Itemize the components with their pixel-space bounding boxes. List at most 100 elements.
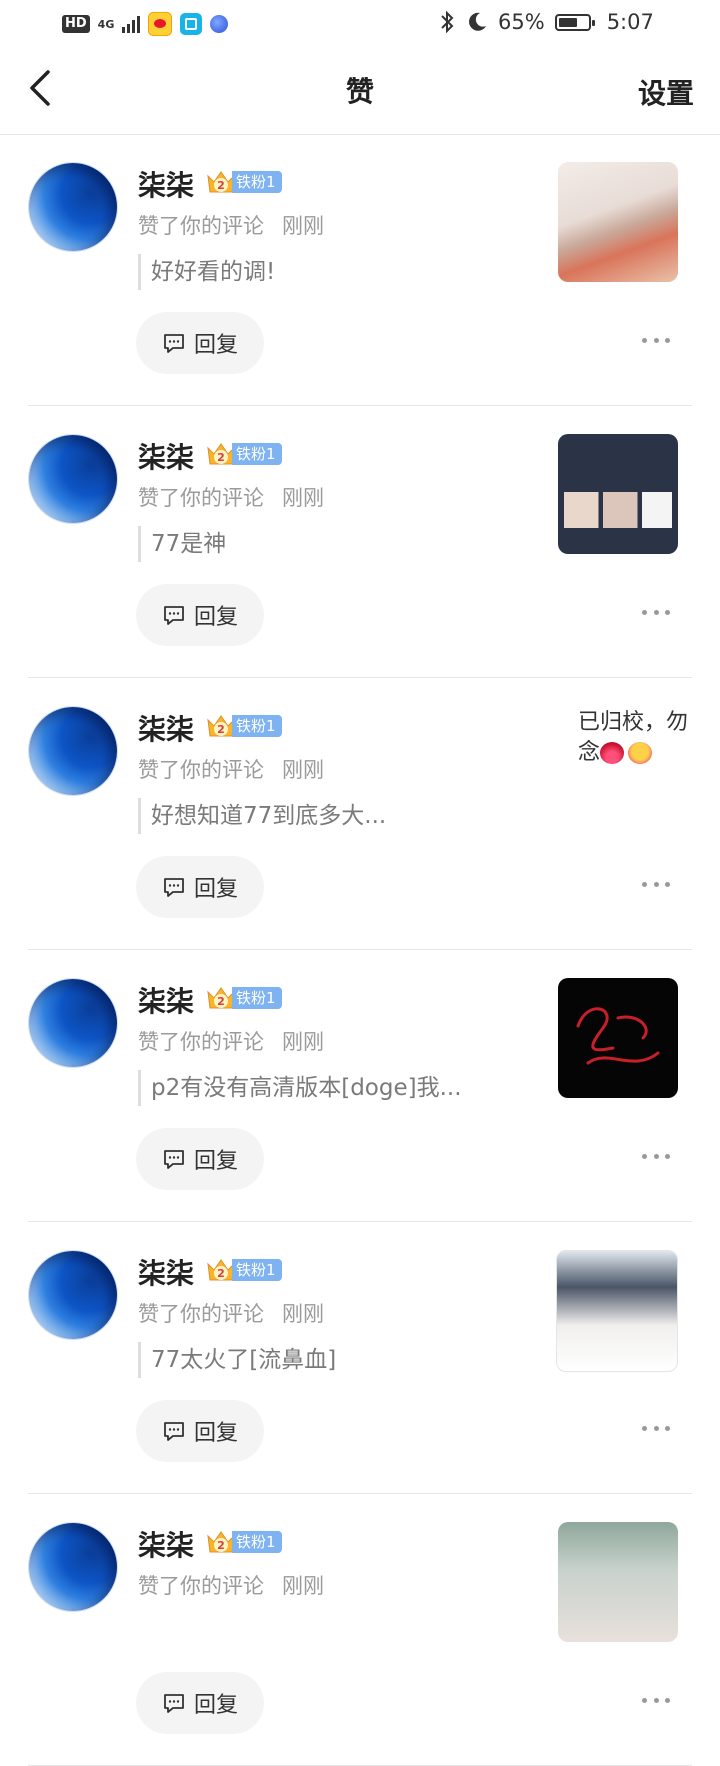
timestamp: 刚刚 bbox=[282, 486, 324, 510]
svg-text:2: 2 bbox=[217, 451, 225, 464]
tongue-emoji-icon bbox=[600, 742, 625, 764]
more-options-icon[interactable] bbox=[642, 1690, 670, 1710]
likes-list: 柒柒 2 铁粉1 赞了你的评论 刚刚 好好看的调! 回复 柒柒 2 铁粉1 赞了… bbox=[0, 134, 720, 1766]
fan-badge[interactable]: 2 铁粉1 bbox=[206, 168, 282, 196]
comment-bubble-icon bbox=[164, 606, 184, 625]
svg-text:2: 2 bbox=[217, 1539, 225, 1552]
timestamp: 刚刚 bbox=[282, 214, 324, 238]
post-thumbnail[interactable] bbox=[558, 978, 678, 1098]
user-name[interactable]: 柒柒 bbox=[138, 1252, 194, 1292]
fan-level-label: 铁粉1 bbox=[232, 443, 282, 465]
timestamp: 刚刚 bbox=[282, 1574, 324, 1598]
more-options-icon[interactable] bbox=[642, 874, 670, 894]
reply-button[interactable]: 回复 bbox=[136, 584, 264, 646]
comment-quote[interactable]: 77太火了[流鼻血] bbox=[138, 1342, 336, 1378]
fan-level-label: 铁粉1 bbox=[232, 987, 282, 1009]
reply-label: 回复 bbox=[193, 1693, 238, 1718]
fan-badge[interactable]: 2 铁粉1 bbox=[206, 712, 282, 740]
action-text: 赞了你的评论 bbox=[138, 758, 264, 782]
list-item[interactable]: 柒柒 2 铁粉1 赞了你的评论 刚刚 好想知道77到底多大... 回复 已归校，勿… bbox=[0, 678, 720, 950]
action-text: 赞了你的评论 bbox=[138, 1030, 264, 1054]
list-item[interactable]: 柒柒 2 铁粉1 赞了你的评论 刚刚 77太火了[流鼻血] 回复 bbox=[0, 1222, 720, 1494]
reply-button[interactable]: 回复 bbox=[136, 312, 264, 374]
reply-label: 回复 bbox=[193, 877, 238, 902]
reply-button[interactable]: 回复 bbox=[136, 856, 264, 918]
user-name[interactable]: 柒柒 bbox=[138, 980, 194, 1020]
battery-fill bbox=[558, 17, 577, 27]
reply-label: 回复 bbox=[193, 333, 238, 358]
post-thumbnail[interactable] bbox=[556, 1250, 678, 1372]
list-item[interactable]: 柒柒 2 铁粉1 赞了你的评论 刚刚 好好看的调! 回复 bbox=[0, 134, 720, 406]
timestamp: 刚刚 bbox=[282, 1302, 324, 1326]
svg-text:2: 2 bbox=[217, 995, 225, 1008]
user-name[interactable]: 柒柒 bbox=[138, 164, 194, 204]
reply-label: 回复 bbox=[193, 605, 238, 630]
fan-badge[interactable]: 2 铁粉1 bbox=[206, 1256, 282, 1284]
settings-button[interactable]: 设置 bbox=[638, 72, 694, 112]
list-item[interactable]: 柒柒 2 铁粉1 赞了你的评论 刚刚 77是神 回复 bbox=[0, 406, 720, 678]
avatar[interactable] bbox=[28, 162, 118, 252]
action-text: 赞了你的评论 bbox=[138, 214, 264, 238]
like-action: 赞了你的评论 刚刚 bbox=[138, 210, 324, 240]
fan-level-label: 铁粉1 bbox=[232, 715, 282, 737]
more-options-icon[interactable] bbox=[642, 602, 670, 622]
timestamp: 刚刚 bbox=[282, 1030, 324, 1054]
list-item[interactable]: 柒柒 2 铁粉1 赞了你的评论 刚刚 回复 bbox=[0, 1494, 720, 1766]
status-bar: HD 4G 65% 5:07 bbox=[0, 0, 720, 48]
comment-quote[interactable]: 好想知道77到底多大... bbox=[138, 798, 386, 834]
comment-bubble-icon bbox=[164, 334, 184, 353]
do-not-disturb-moon-icon bbox=[469, 12, 486, 31]
status-left: HD 4G bbox=[62, 12, 229, 36]
action-text: 赞了你的评论 bbox=[138, 486, 264, 510]
battery-icon bbox=[554, 13, 595, 31]
post-preview-text[interactable]: 已归校，勿念 bbox=[578, 708, 698, 768]
fan-badge[interactable]: 2 铁粉1 bbox=[206, 1528, 282, 1556]
user-name[interactable]: 柒柒 bbox=[138, 436, 194, 476]
fan-level-label: 铁粉1 bbox=[232, 1531, 282, 1553]
avatar[interactable] bbox=[28, 434, 118, 524]
more-options-icon[interactable] bbox=[642, 1146, 670, 1166]
post-thumbnail[interactable] bbox=[558, 434, 678, 554]
action-text: 赞了你的评论 bbox=[138, 1302, 264, 1326]
user-name[interactable]: 柒柒 bbox=[138, 708, 194, 748]
user-name[interactable]: 柒柒 bbox=[138, 1524, 194, 1564]
comment-quote[interactable]: 好好看的调! bbox=[138, 254, 275, 290]
post-thumbnail[interactable] bbox=[558, 1522, 678, 1642]
reply-label: 回复 bbox=[193, 1149, 238, 1174]
reply-button[interactable]: 回复 bbox=[136, 1128, 264, 1190]
comment-quote[interactable]: p2有没有高清版本[doge]我... bbox=[138, 1070, 462, 1106]
weibo-app-icon bbox=[148, 12, 173, 36]
reply-button[interactable]: 回复 bbox=[136, 1672, 264, 1734]
clock: 5:07 bbox=[606, 10, 654, 34]
comment-bubble-icon bbox=[164, 1422, 184, 1441]
list-item[interactable]: 柒柒 2 铁粉1 赞了你的评论 刚刚 p2有没有高清版本[doge]我... 回复 bbox=[0, 950, 720, 1222]
avatar[interactable] bbox=[28, 978, 118, 1068]
reader-app-icon bbox=[180, 13, 203, 35]
action-text: 赞了你的评论 bbox=[138, 1574, 264, 1598]
avatar[interactable] bbox=[28, 1250, 118, 1340]
fan-badge[interactable]: 2 铁粉1 bbox=[206, 440, 282, 468]
smiling-hearts-emoji-icon bbox=[628, 742, 653, 764]
like-action: 赞了你的评论 刚刚 bbox=[138, 1026, 324, 1056]
network-type: 4G bbox=[97, 17, 115, 31]
more-options-icon[interactable] bbox=[642, 330, 670, 350]
hd-icon: HD bbox=[62, 15, 90, 33]
browser-app-icon bbox=[210, 15, 229, 33]
bluetooth-icon bbox=[441, 10, 454, 34]
avatar[interactable] bbox=[28, 1522, 118, 1612]
reply-button[interactable]: 回复 bbox=[136, 1400, 264, 1462]
like-action: 赞了你的评论 刚刚 bbox=[138, 1298, 324, 1328]
like-action: 赞了你的评论 刚刚 bbox=[138, 482, 324, 512]
battery-percent: 65% bbox=[498, 10, 545, 34]
signal-icon bbox=[122, 15, 141, 33]
like-action: 赞了你的评论 刚刚 bbox=[138, 754, 324, 784]
more-options-icon[interactable] bbox=[642, 1418, 670, 1438]
svg-text:2: 2 bbox=[217, 1267, 225, 1280]
avatar[interactable] bbox=[28, 706, 118, 796]
red-script-art bbox=[576, 1007, 660, 1065]
post-thumbnail[interactable] bbox=[558, 162, 678, 282]
fan-level-label: 铁粉1 bbox=[232, 1259, 282, 1281]
fan-badge[interactable]: 2 铁粉1 bbox=[206, 984, 282, 1012]
comment-bubble-icon bbox=[164, 1150, 184, 1169]
comment-quote[interactable]: 77是神 bbox=[138, 526, 226, 562]
